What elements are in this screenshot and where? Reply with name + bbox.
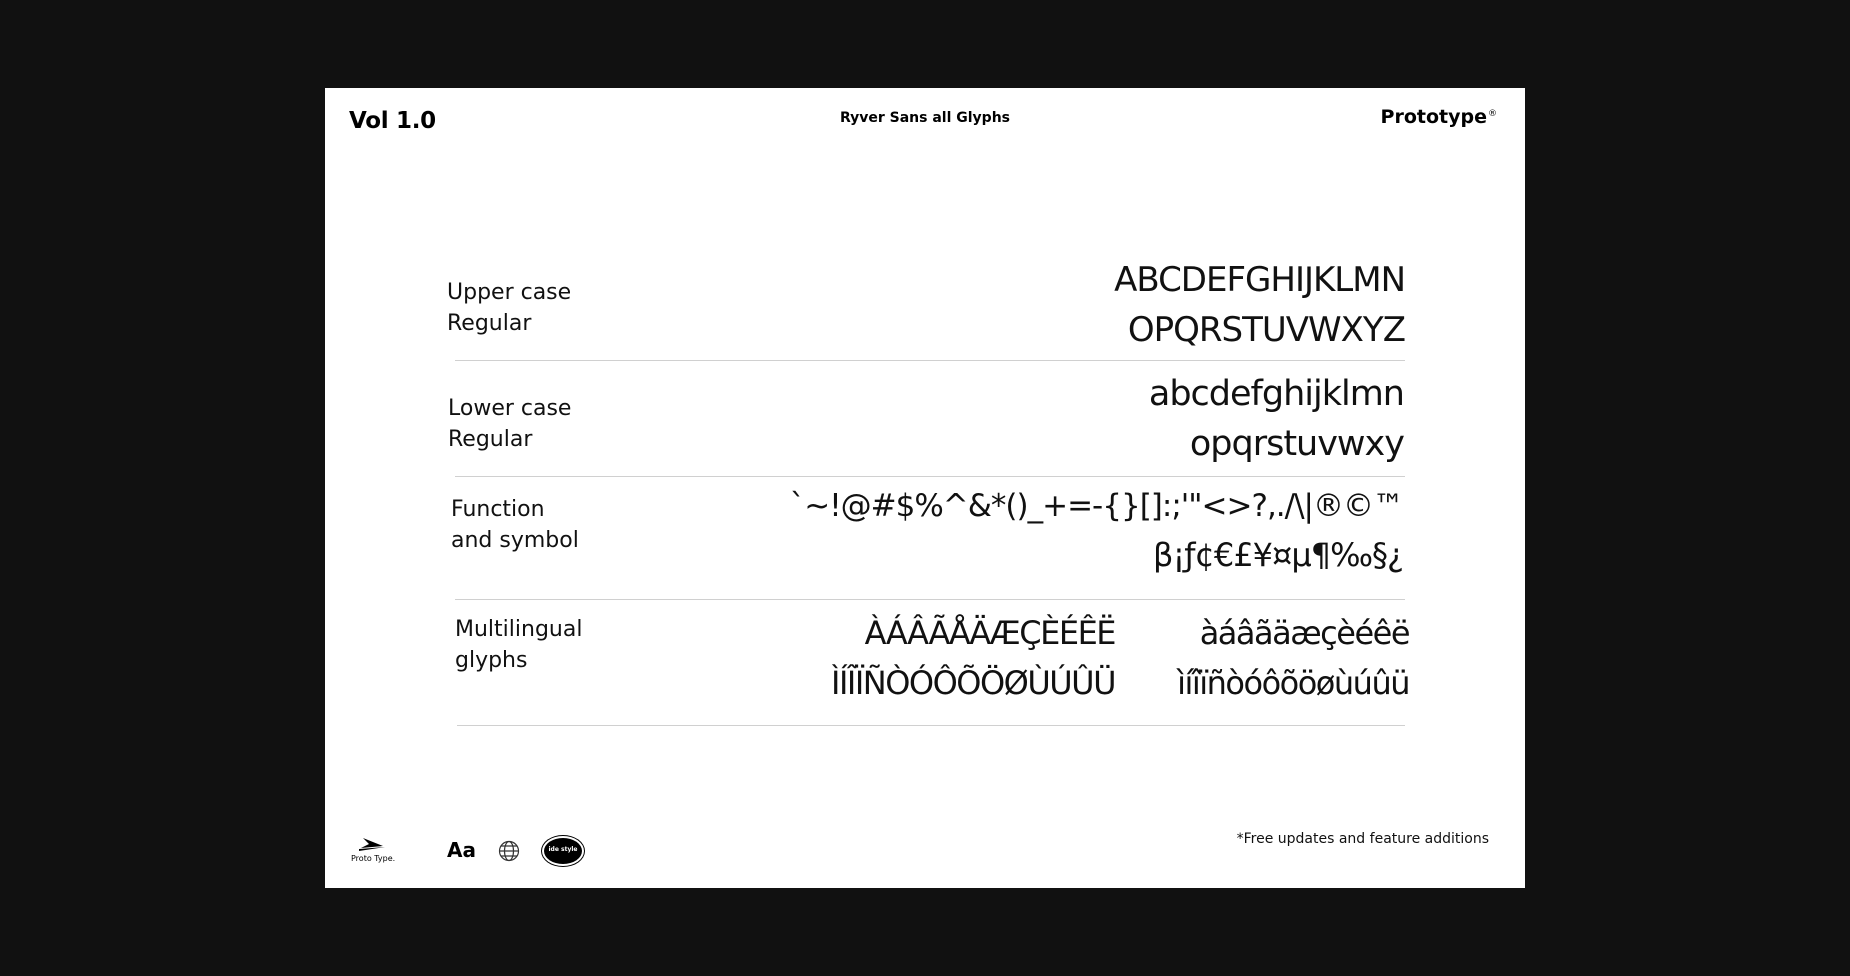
section-label-line2: and symbol (451, 528, 579, 553)
divider (455, 476, 1405, 477)
style-badge-icon: ide style (544, 838, 582, 864)
glyph-line-lower-1: àáâãäæçèéêë (1199, 614, 1411, 652)
glyph-sheet: Vol 1.0 Ryver Sans all Glyphs Prototype®… (325, 88, 1525, 888)
section-label: Multilingual glyphs (455, 614, 582, 676)
sheet-title: Ryver Sans all Glyphs (839, 110, 1011, 126)
brand-text: Prototype (1380, 106, 1487, 128)
section-label-line2: Regular (448, 427, 533, 452)
glyph-line-1: `~!@#$%^&*()_+=-{}[]:;'"<>?,./\|®©™ (789, 488, 1404, 524)
section-label: Function and symbol (451, 494, 579, 556)
section-label-line1: Lower case (448, 396, 572, 421)
divider (455, 360, 1405, 361)
glyph-line-1: ABCDEFGHIJKLMN (1114, 260, 1406, 300)
section-label-line2: Regular (447, 311, 532, 336)
type-aa-icon: Aa (447, 838, 476, 862)
prototype-logo-icon: Proto Type. (351, 836, 395, 866)
updates-note: *Free updates and feature additions (1236, 831, 1489, 847)
glyph-line-upper-2: ÌÍÎÏÑÒÓÔÕÖØÙÚÛÜ (831, 664, 1117, 702)
glyph-line-2: OPQRSTUVWXYZ (1127, 310, 1406, 350)
glyph-line-1: abcdefghijklmn (1148, 374, 1405, 414)
section-label-line1: Function (451, 497, 545, 522)
brand-name: Prototype® (1381, 106, 1497, 128)
section-label-line1: Multilingual (455, 617, 583, 642)
glyph-line-2: opqrstuvwxy (1189, 424, 1405, 464)
divider (455, 599, 1405, 600)
section-label-line1: Upper case (447, 280, 572, 305)
globe-icon (498, 840, 520, 862)
glyph-line-lower-2: ìíîïñòóôõöøùúûü (1177, 664, 1410, 702)
registered-mark: ® (1488, 108, 1497, 119)
badge-text: ide style (548, 846, 578, 853)
divider (457, 725, 1405, 726)
glyph-line-2: β¡ƒ¢€£¥¤µ¶‰§¿ (1153, 536, 1404, 574)
section-label: Lower case Regular (448, 393, 571, 455)
section-label-line2: glyphs (455, 648, 528, 673)
logo-text: Proto Type. (351, 854, 396, 863)
glyph-line-upper-1: ÀÁÂÃÅÄÆÇÈÉÊË (864, 614, 1117, 652)
section-label: Upper case Regular (447, 277, 571, 339)
